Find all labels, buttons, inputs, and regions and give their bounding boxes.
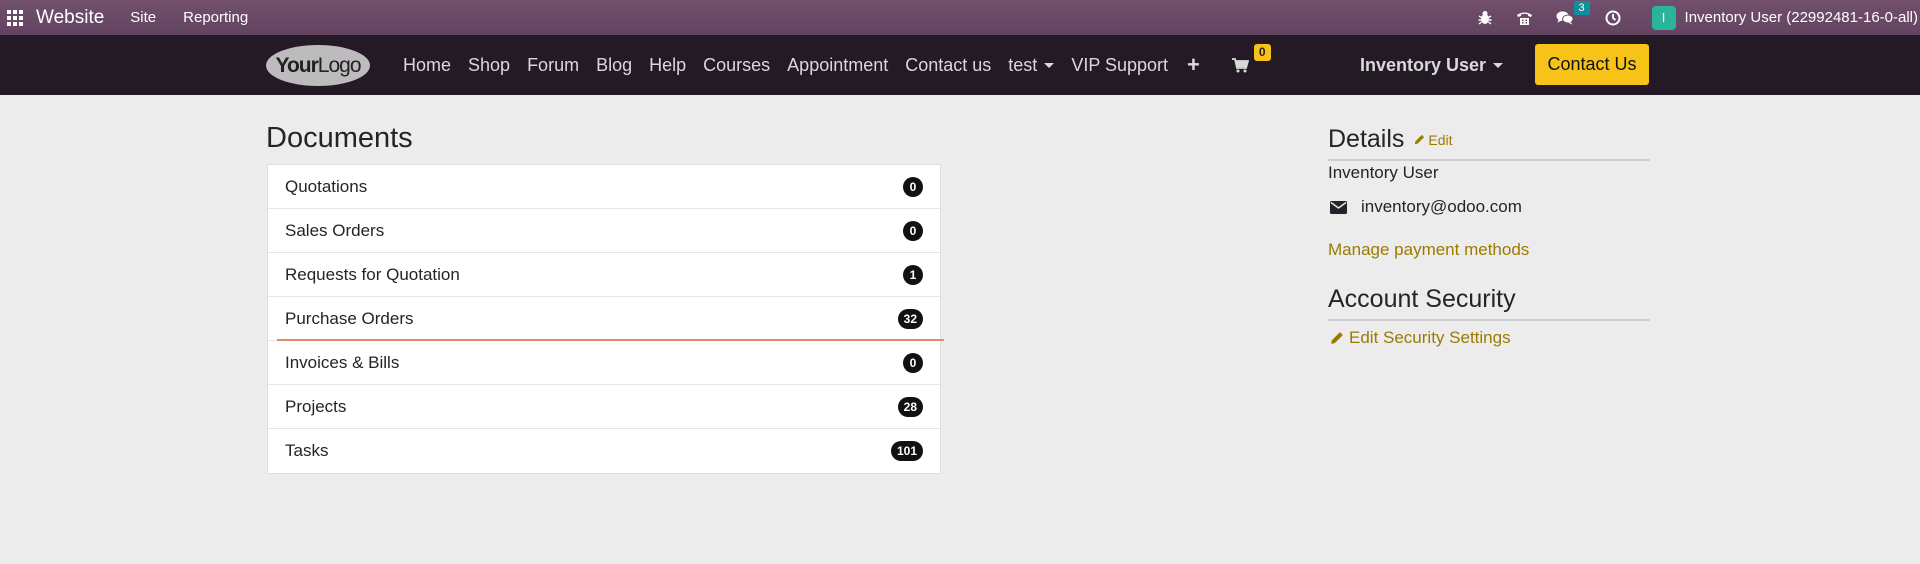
clock-icon[interactable] <box>1604 9 1622 27</box>
nav-user-label: Inventory User <box>1360 54 1487 75</box>
account-security-title: Account Security <box>1328 280 1650 321</box>
documents-item-requests-for-quotation[interactable]: Requests for Quotation 1 <box>268 253 940 297</box>
pencil-icon <box>1415 134 1425 145</box>
admin-app-name[interactable]: Website <box>36 7 104 29</box>
nav-dropdown-test-label: test <box>1008 54 1038 75</box>
chevron-down-icon <box>1493 62 1504 68</box>
chevron-down-icon <box>1044 63 1055 69</box>
nav-menu: Home Shop Forum Blog Help Courses Appoin… <box>403 35 1271 95</box>
logo-text-your: Your <box>275 53 319 77</box>
edit-security-settings-label: Edit Security Settings <box>1349 328 1511 347</box>
details-email: inventory@odoo.com <box>1328 197 1522 217</box>
nav-user-dropdown[interactable]: Inventory User <box>1360 35 1504 95</box>
details-name: Inventory User <box>1328 163 1439 182</box>
documents-item-label: Quotations <box>285 176 368 196</box>
documents-item-label: Sales Orders <box>285 220 385 240</box>
edit-security-settings-link[interactable]: Edit Security Settings <box>1330 328 1511 348</box>
contact-us-button[interactable]: Contact Us <box>1535 44 1649 85</box>
nav-link-appointment[interactable]: Appointment <box>787 55 888 76</box>
logo-text-logo: Logo <box>317 53 362 77</box>
nav-link-help[interactable]: Help <box>649 55 686 76</box>
nav-link-courses[interactable]: Courses <box>703 55 770 76</box>
documents-item-quotations[interactable]: Quotations 0 <box>268 165 940 209</box>
site-logo[interactable]: Your Logo <box>266 45 370 86</box>
documents-item-projects[interactable]: Projects 28 <box>268 385 940 429</box>
website-navbar: Your Logo Home Shop Forum Blog Help Cours… <box>0 35 1920 95</box>
documents-item-tasks[interactable]: Tasks 101 <box>268 429 940 473</box>
count-badge: 101 <box>890 441 923 461</box>
documents-item-label: Projects <box>285 396 347 416</box>
nav-link-home[interactable]: Home <box>403 55 451 76</box>
manage-payment-methods-link[interactable]: Manage payment methods <box>1328 240 1529 260</box>
apps-grid-icon[interactable] <box>7 9 23 26</box>
cart-icon <box>1231 57 1249 72</box>
count-badge: 1 <box>903 264 923 285</box>
admin-systray: 3 I Inventory User (22992481-16-0-all) <box>1476 0 1920 35</box>
documents-item-sales-orders[interactable]: Sales Orders 0 <box>268 209 940 253</box>
count-badge: 0 <box>903 352 923 373</box>
admin-user-menu[interactable]: Inventory User (22992481-16-0-all) <box>1685 9 1918 26</box>
chat-count-badge: 3 <box>1573 0 1590 15</box>
details-title: Details <box>1328 125 1405 153</box>
count-badge: 0 <box>903 176 923 197</box>
documents-title: Documents <box>266 122 413 154</box>
documents-item-label: Requests for Quotation <box>285 264 460 284</box>
nav-dropdown-test[interactable]: test <box>1008 54 1055 76</box>
phone-icon[interactable] <box>1516 9 1534 27</box>
nav-link-shop[interactable]: Shop <box>468 55 510 76</box>
nav-link-forum[interactable]: Forum <box>527 55 579 76</box>
details-edit-link[interactable]: Edit <box>1414 131 1453 148</box>
documents-item-label: Tasks <box>285 441 329 460</box>
documents-item-label: Invoices & Bills <box>285 352 400 372</box>
details-header: Details Edit <box>1328 120 1650 161</box>
plus-icon[interactable]: + <box>1187 52 1200 78</box>
cart-count-badge: 0 <box>1253 43 1271 61</box>
documents-item-purchase-orders[interactable]: Purchase Orders 32 <box>268 297 944 341</box>
documents-item-invoices-bills[interactable]: Invoices & Bills 0 <box>268 341 940 385</box>
count-badge: 28 <box>897 396 923 417</box>
count-badge: 0 <box>903 220 923 241</box>
nav-link-vip-support[interactable]: VIP Support <box>1071 55 1168 76</box>
envelope-icon <box>1330 200 1347 214</box>
admin-bar: Website Site Reporting 3 I Inventory Use… <box>0 0 1920 35</box>
nav-link-contact-us[interactable]: Contact us <box>905 55 991 76</box>
pencil-icon <box>1331 332 1343 344</box>
avatar[interactable]: I <box>1651 5 1676 30</box>
details-email-value: inventory@odoo.com <box>1361 197 1522 216</box>
bug-icon[interactable] <box>1476 9 1494 27</box>
nav-link-blog[interactable]: Blog <box>596 55 632 76</box>
documents-list: Quotations 0 Sales Orders 0 Requests for… <box>267 164 944 474</box>
count-badge: 32 <box>897 308 923 329</box>
admin-menu-site[interactable]: Site <box>130 9 156 26</box>
documents-item-label: Purchase Orders <box>285 308 414 328</box>
chat-icon[interactable]: 3 <box>1556 0 1590 27</box>
details-edit-label: Edit <box>1428 131 1453 148</box>
cart-link[interactable]: 0 <box>1231 43 1271 73</box>
admin-menu-reporting[interactable]: Reporting <box>183 9 248 26</box>
